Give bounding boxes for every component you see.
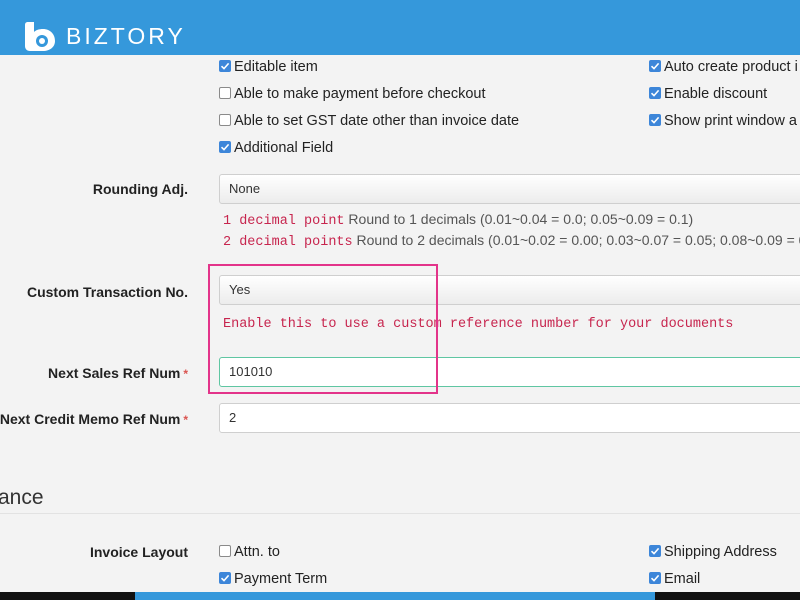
- help-code: 2 decimal points: [223, 235, 353, 250]
- rounding-help-1: 1 decimal point Round to 1 decimals (0.0…: [223, 211, 693, 229]
- checkbox-checked-icon[interactable]: [649, 572, 661, 584]
- checkbox-checked-icon[interactable]: [649, 87, 661, 99]
- option-label: Additional Field: [234, 140, 334, 156]
- brand-name: BIZTORY: [66, 23, 186, 49]
- help-text: Round to 2 decimals (0.01~0.02 = 0.00; 0…: [356, 232, 800, 248]
- option-label: Attn. to: [234, 544, 280, 560]
- checkbox-unchecked-icon[interactable]: [219, 114, 231, 126]
- option-label: Able to set GST date other than invoice …: [234, 113, 520, 129]
- next-credit-label-text: Next Credit Memo Ref Num: [0, 411, 181, 427]
- section-divider: [0, 513, 800, 514]
- help-code: Enable this to use a custom reference nu…: [223, 317, 734, 332]
- required-marker: *: [183, 367, 188, 381]
- next-sales-field[interactable]: [219, 357, 800, 387]
- biztory-logo-icon: [25, 22, 55, 51]
- next-sales-input[interactable]: [229, 358, 789, 385]
- custom-txn-label: Custom Transaction No.: [26, 284, 188, 300]
- option-label: Editable item: [234, 59, 318, 75]
- option-label: Email: [664, 571, 701, 587]
- checkbox-checked-icon[interactable]: [219, 141, 231, 153]
- next-credit-field[interactable]: [219, 403, 800, 433]
- option-label: Able to make payment before checkout: [234, 86, 486, 102]
- next-credit-label: Next Credit Memo Ref Num *: [0, 411, 188, 427]
- rounding-label: Rounding Adj.: [92, 181, 188, 197]
- custom-txn-selected-value: Yes: [229, 282, 251, 297]
- next-credit-input[interactable]: [229, 404, 789, 431]
- option-label: Payment Term: [234, 571, 328, 587]
- checkbox-checked-icon[interactable]: [219, 572, 231, 584]
- checkbox-unchecked-icon[interactable]: [219, 87, 231, 99]
- help-code: 1 decimal point: [223, 214, 345, 229]
- option-label: Auto create product i: [664, 59, 798, 75]
- checkbox-checked-icon[interactable]: [219, 60, 231, 72]
- rounding-select[interactable]: None: [219, 174, 800, 204]
- top-bar: BIZTORY: [0, 0, 800, 55]
- required-marker: *: [183, 413, 188, 427]
- rounding-selected-value: None: [229, 181, 261, 196]
- next-sales-label: Next Sales Ref Num *: [48, 365, 188, 381]
- option-label: Show print window a: [664, 113, 797, 129]
- custom-txn-help: Enable this to use a custom reference nu…: [223, 314, 733, 332]
- checkbox-checked-icon[interactable]: [649, 545, 661, 557]
- option-label: Enable discount: [664, 86, 768, 102]
- section-title: ance: [0, 486, 44, 509]
- invoice-layout-label: Invoice Layout: [89, 544, 188, 560]
- rounding-help-2: 2 decimal points Round to 2 decimals (0.…: [223, 232, 800, 250]
- custom-txn-select[interactable]: Yes: [219, 275, 800, 305]
- checkbox-checked-icon[interactable]: [649, 60, 661, 72]
- bottom-bar-accent: [135, 592, 655, 600]
- help-text: Round to 1 decimals (0.01~0.04 = 0.0; 0.…: [348, 211, 694, 227]
- next-sales-label-text: Next Sales Ref Num: [48, 365, 181, 381]
- checkbox-unchecked-icon[interactable]: [219, 545, 231, 557]
- option-label: Shipping Address: [664, 544, 777, 560]
- checkbox-checked-icon[interactable]: [649, 114, 661, 126]
